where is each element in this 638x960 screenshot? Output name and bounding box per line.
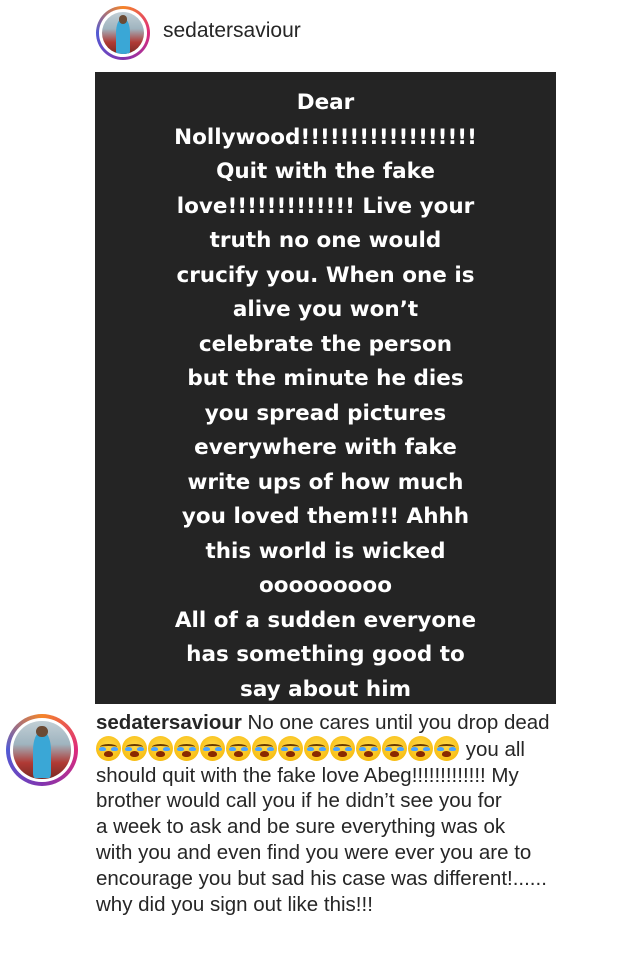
comment-line: should quit with the fake love Abeg!!!!!… xyxy=(96,763,519,787)
story-text: Dear Nollywood!!!!!!!!!!!!!!!!!! Quit with… xyxy=(95,86,556,707)
loudly-crying-face-icon xyxy=(122,735,147,761)
loudly-crying-face-icon xyxy=(96,735,121,761)
comment-line: brother would call you if he didn’t see … xyxy=(96,789,502,813)
comment-text-segment: No one cares until you drop dead xyxy=(241,711,550,734)
story-line: Dear xyxy=(296,90,355,115)
comment-line: with you and even find you were ever you… xyxy=(96,840,532,864)
story-line: crucify you. When one is xyxy=(176,262,475,288)
story-line: alive you won’t xyxy=(232,297,419,322)
story-line: say about him xyxy=(240,676,411,702)
loudly-crying-face-icon xyxy=(200,735,225,761)
loudly-crying-face-icon xyxy=(174,735,199,761)
story-line: truth no one would xyxy=(209,228,442,253)
story-line: celebrate the person xyxy=(198,331,453,357)
comment-line: you all xyxy=(96,735,632,763)
post-header: sedatersaviour xyxy=(0,0,638,64)
story-line: ooooooooo xyxy=(259,573,392,598)
story-line: everywhere with fake xyxy=(194,435,457,460)
story-line: Nollywood!!!!!!!!!!!!!!!!!! xyxy=(174,124,477,150)
comment-text: sedatersaviour No one cares until you dr… xyxy=(96,710,632,917)
loudly-crying-face-icon xyxy=(330,735,355,761)
caption-comment: sedatersaviour No one cares until you dr… xyxy=(0,706,638,960)
profile-photo xyxy=(101,11,145,55)
loudly-crying-face-icon xyxy=(382,735,407,761)
comment-line: sedatersaviour No one cares until you dr… xyxy=(96,710,632,736)
comment-line: a week to ask and be sure everything was… xyxy=(96,815,506,839)
story-line: love!!!!!!!!!!!!! Live your xyxy=(176,193,475,219)
story-line: you spread pictures xyxy=(204,400,447,426)
profile-avatar[interactable] xyxy=(96,6,150,60)
story-image: Dear Nollywood!!!!!!!!!!!!!!!!!! Quit with… xyxy=(95,72,556,704)
comment-line: encourage you but sad his case was diffe… xyxy=(96,866,547,890)
loudly-crying-face-icon xyxy=(408,735,433,761)
story-line: All of a sudden everyone xyxy=(174,607,477,633)
comment-avatar[interactable] xyxy=(6,714,78,786)
loudly-crying-face-icon xyxy=(356,735,381,761)
loudly-crying-face-icon xyxy=(148,735,173,761)
story-line: has something good to xyxy=(186,642,465,667)
comment-text-segment: you all xyxy=(460,737,525,761)
story-line: write ups of how much xyxy=(187,469,464,495)
loudly-crying-face-icon xyxy=(226,735,251,761)
comment-username[interactable]: sedatersaviour xyxy=(96,711,242,734)
story-line: Quit with the fake xyxy=(216,159,435,184)
loudly-crying-face-icon xyxy=(252,735,277,761)
comment-body: should quit with the fake love Abeg!!!!!… xyxy=(96,763,632,918)
comment-line: why did you sign out like this!!! xyxy=(96,892,373,916)
comment-avatar-photo xyxy=(13,721,71,779)
emoji-row xyxy=(96,735,460,761)
loudly-crying-face-icon xyxy=(304,735,329,761)
story-line: this world is wicked xyxy=(205,538,446,564)
story-line: but the minute he dies xyxy=(187,366,464,391)
post-username[interactable]: sedatersaviour xyxy=(163,19,301,43)
loudly-crying-face-icon xyxy=(434,735,459,761)
story-line: you loved them!!! Ahhh xyxy=(181,504,470,529)
loudly-crying-face-icon xyxy=(278,735,303,761)
